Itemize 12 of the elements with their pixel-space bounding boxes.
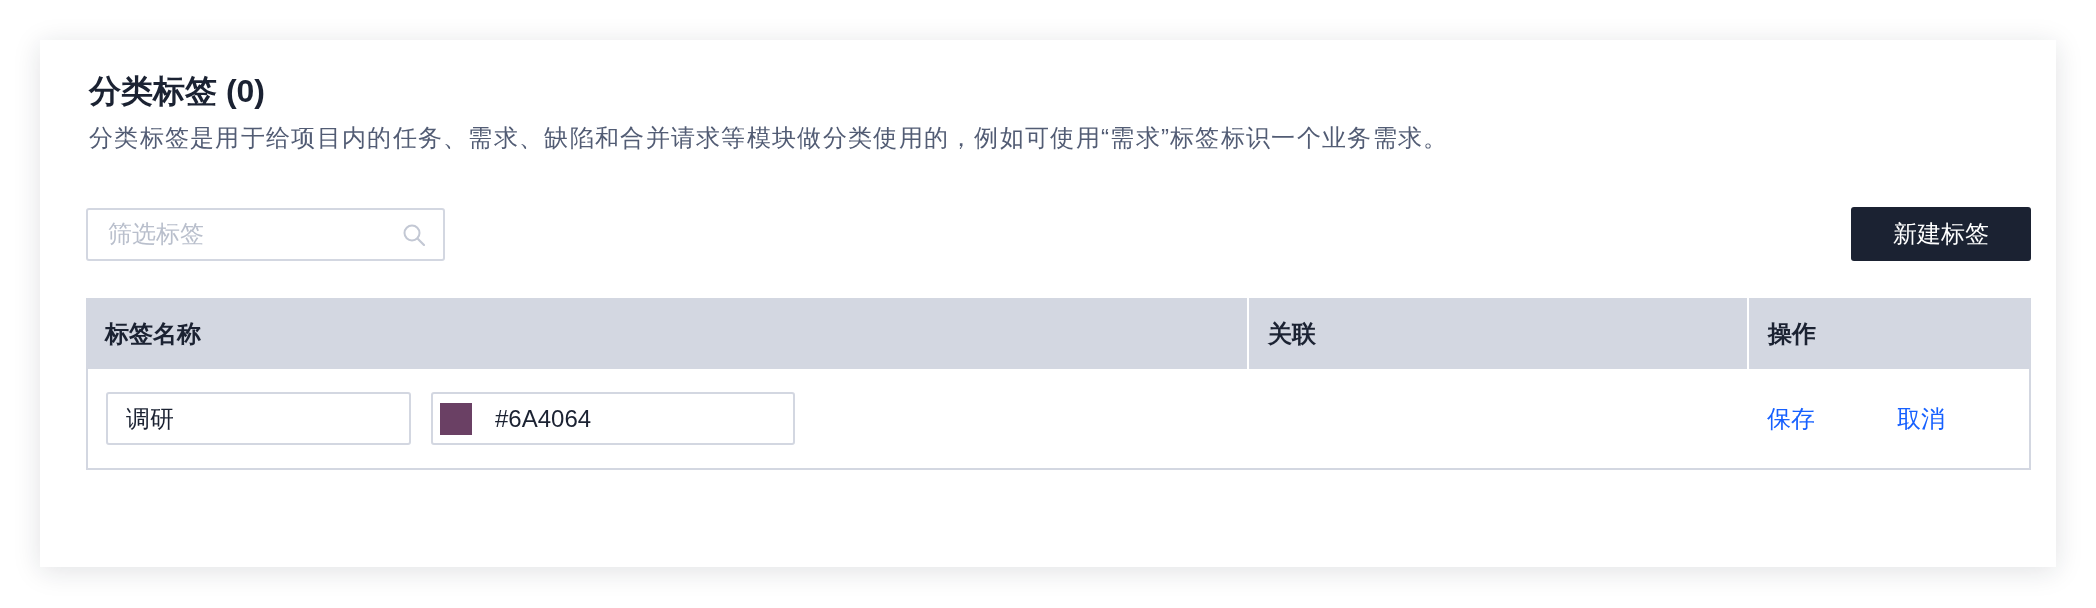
name-input[interactable]: 调研 bbox=[106, 392, 411, 445]
color-input[interactable]: #6A4064 bbox=[431, 392, 795, 445]
column-header: 操作 bbox=[1747, 298, 2031, 369]
column-header: 标签名称 bbox=[86, 298, 1247, 369]
column-header: 关联 bbox=[1247, 298, 1747, 369]
page-description: 分类标签是用于给项目内的任务、需求、缺陷和合并请求等模块做分类使用的，例如可使用“需求”标签标识一个业务需求。 bbox=[89, 123, 1449, 153]
action-link[interactable]: 取消 bbox=[1897, 402, 1945, 435]
search-icon bbox=[403, 223, 425, 246]
page-title: 分类标签 (0) bbox=[89, 72, 265, 111]
new-tag-button[interactable]: 新建标签 bbox=[1851, 207, 2031, 261]
search-field[interactable]: 筛选标签 bbox=[86, 207, 445, 261]
action-link[interactable]: 保存 bbox=[1767, 402, 1815, 435]
